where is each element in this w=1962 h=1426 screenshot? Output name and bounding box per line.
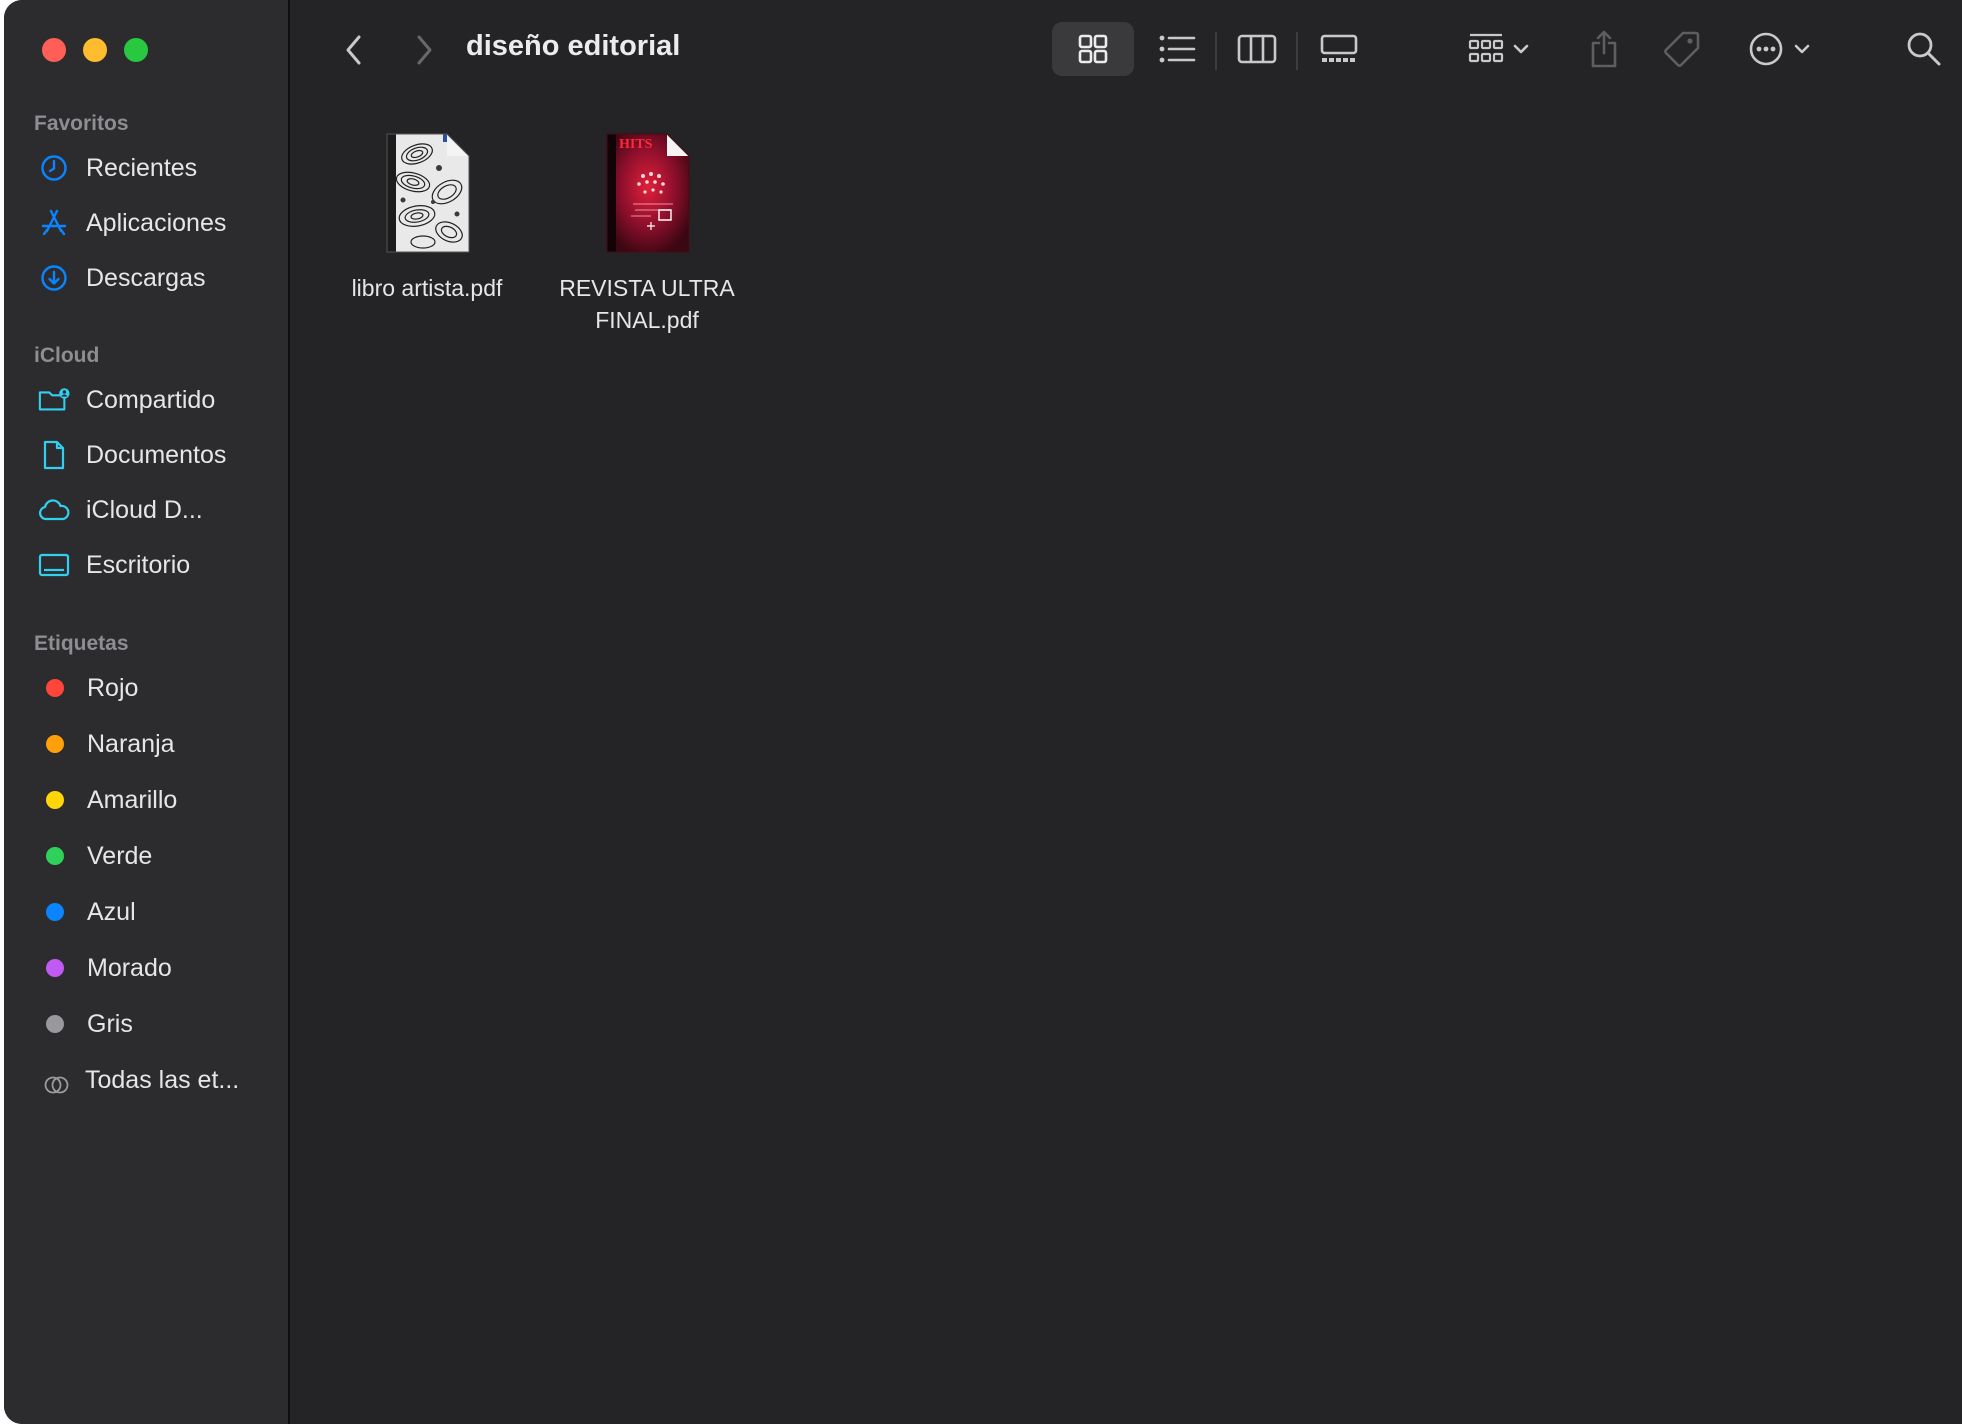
tag-button[interactable]	[1652, 22, 1712, 76]
list-icon	[1159, 35, 1196, 63]
sidebar-item-label: Azul	[87, 897, 136, 926]
sidebar-item-label: Amarillo	[87, 785, 178, 814]
window-title: diseño editorial	[466, 30, 681, 62]
sidebar-item-icloud-drive[interactable]: iCloud D...	[38, 490, 203, 530]
traffic-lights	[42, 38, 148, 62]
tag-item-naranja[interactable]: Naranja	[38, 724, 175, 764]
sidebar-item-escritorio[interactable]: Escritorio	[38, 545, 190, 585]
sidebar-item-aplicaciones[interactable]: Aplicaciones	[38, 203, 226, 243]
file-item[interactable]: HITS REVISTA ULTRA FINAL.pdf	[542, 132, 752, 336]
toolbar-divider	[1296, 32, 1298, 70]
tag-item-todas[interactable]: Todas las et...	[38, 1060, 239, 1100]
tag-dot-icon	[46, 847, 64, 865]
sidebar-item-label: Documentos	[86, 440, 227, 469]
section-title-icloud: iCloud	[34, 344, 100, 367]
gallery-view-button[interactable]	[1302, 22, 1376, 76]
sidebar-item-compartido[interactable]: Compartido	[38, 380, 215, 420]
tag-item-morado[interactable]: Morado	[38, 948, 172, 988]
close-button[interactable]	[42, 38, 66, 62]
more-icon	[1749, 32, 1783, 66]
grid-icon	[1078, 34, 1108, 64]
shared-folder-icon	[38, 384, 70, 416]
search-button[interactable]	[1894, 22, 1954, 76]
chevron-down-icon	[1794, 44, 1810, 54]
sidebar-item-descargas[interactable]: Descargas	[38, 258, 206, 298]
finder-window: Favoritos Recientes Aplicaciones Descarg…	[4, 0, 1962, 1424]
tag-item-gris[interactable]: Gris	[38, 1004, 133, 1044]
tag-dot-icon	[46, 735, 64, 753]
minimize-button[interactable]	[83, 38, 107, 62]
gallery-icon	[1320, 34, 1358, 62]
group-icon	[1468, 33, 1504, 63]
sidebar-item-label: Aplicaciones	[86, 208, 227, 237]
tag-item-azul[interactable]: Azul	[38, 892, 136, 932]
tag-dot-icon	[46, 679, 64, 697]
list-view-button[interactable]	[1142, 22, 1212, 76]
sidebar-item-documentos[interactable]: Documentos	[38, 435, 226, 475]
apps-icon	[38, 207, 70, 239]
main-content: diseño editorial libro artista.pdf HITS …	[290, 0, 1962, 1424]
download-icon	[38, 262, 70, 294]
search-icon	[1907, 32, 1941, 66]
sidebar-item-label: Gris	[87, 1009, 133, 1038]
toolbar: diseño editorial	[290, 0, 1962, 100]
more-button[interactable]	[1734, 22, 1824, 76]
cover-text: HITS	[619, 137, 653, 152]
tag-item-amarillo[interactable]: Amarillo	[38, 780, 177, 820]
sidebar-item-label: Todas las et...	[85, 1065, 240, 1094]
section-title-etiquetas: Etiquetas	[34, 632, 129, 655]
chevron-left-icon	[346, 35, 361, 65]
clock-icon	[38, 152, 70, 184]
pdf-thumbnail	[383, 132, 471, 254]
tag-item-rojo[interactable]: Rojo	[38, 668, 138, 708]
zoom-button[interactable]	[124, 38, 148, 62]
tag-dot-icon	[46, 1015, 64, 1033]
sidebar-item-label: Verde	[87, 841, 153, 870]
section-title-favoritos: Favoritos	[34, 112, 129, 135]
toolbar-divider	[1215, 32, 1217, 70]
icon-view-button[interactable]	[1052, 22, 1134, 76]
tag-dot-icon	[46, 903, 64, 921]
share-icon	[1591, 30, 1617, 68]
file-name: libro artista.pdf	[351, 275, 503, 301]
tag-dot-icon	[46, 959, 64, 977]
sidebar-item-recientes[interactable]: Recientes	[38, 148, 197, 188]
sidebar-item-label: Recientes	[86, 153, 198, 182]
group-button[interactable]	[1458, 22, 1538, 76]
chevron-right-icon	[417, 35, 432, 65]
sidebar-item-label: Descargas	[86, 263, 206, 292]
tag-dot-icon	[46, 791, 64, 809]
chevron-down-icon	[1513, 44, 1529, 54]
file-item[interactable]: libro artista.pdf	[322, 132, 532, 304]
column-view-button[interactable]	[1222, 22, 1292, 76]
pdf-thumbnail: HITS	[603, 132, 691, 254]
sidebar-item-label: iCloud D...	[86, 495, 203, 524]
sidebar-item-label: Naranja	[87, 729, 175, 758]
all-tags-icon	[44, 1072, 69, 1094]
tag-icon	[1664, 31, 1700, 67]
share-button[interactable]	[1574, 22, 1634, 76]
sidebar-item-label: Escritorio	[86, 550, 191, 579]
cloud-icon	[38, 494, 70, 526]
sidebar: Favoritos Recientes Aplicaciones Descarg…	[4, 0, 290, 1424]
forward-button[interactable]	[404, 30, 444, 70]
file-name: REVISTA ULTRA FINAL.pdf	[559, 275, 735, 333]
sidebar-item-label: Compartido	[86, 385, 216, 414]
back-button[interactable]	[334, 30, 374, 70]
columns-icon	[1237, 34, 1277, 64]
sidebar-item-label: Rojo	[87, 673, 139, 702]
tag-item-verde[interactable]: Verde	[38, 836, 152, 876]
sidebar-item-label: Morado	[87, 953, 172, 982]
desktop-icon	[38, 549, 70, 581]
document-icon	[38, 439, 70, 471]
